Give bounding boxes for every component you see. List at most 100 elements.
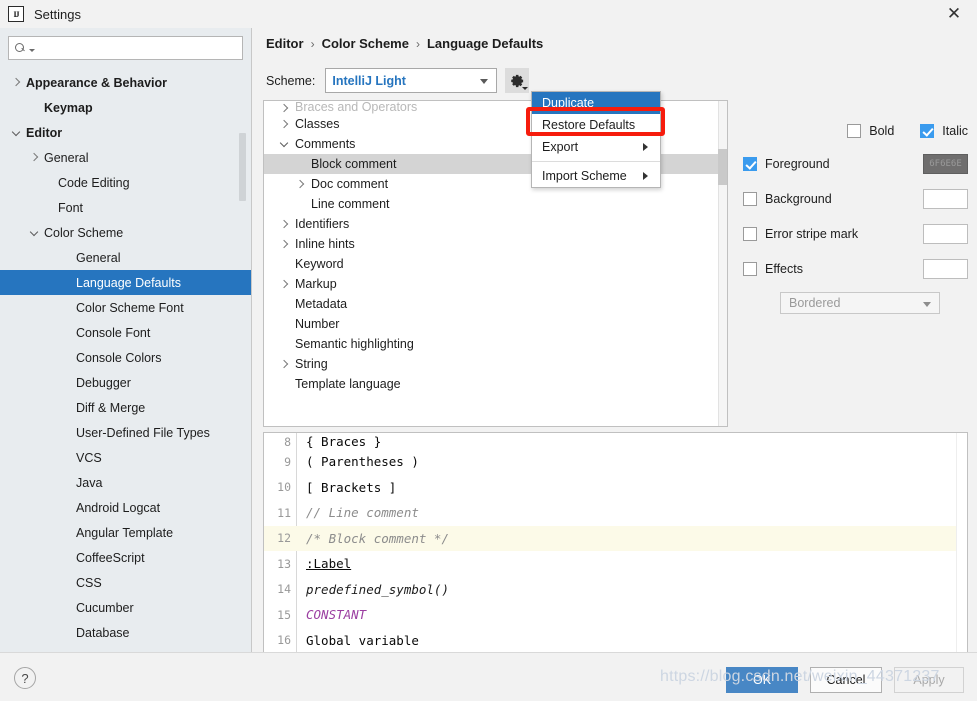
color-tree-row[interactable]: Inline hints <box>264 234 727 254</box>
color-tree-row[interactable]: Template language <box>264 374 727 394</box>
ok-button[interactable]: OK <box>726 667 798 693</box>
sidebar-item-general[interactable]: General <box>0 245 251 270</box>
sidebar-item-language-defaults[interactable]: Language Defaults <box>0 270 251 295</box>
sidebar-item-css[interactable]: CSS <box>0 570 251 595</box>
sidebar-item-color-scheme-font[interactable]: Color Scheme Font <box>0 295 251 320</box>
sidebar-item-color-scheme[interactable]: Color Scheme <box>0 220 251 245</box>
sidebar-item-database[interactable]: Database <box>0 620 251 645</box>
effect-type-dropdown[interactable]: Bordered <box>780 292 940 314</box>
chevron-right-icon[interactable] <box>278 278 290 290</box>
preview-code-text: :Label <box>306 556 352 572</box>
attribute-label: Foreground <box>765 156 830 171</box>
sidebar-item-di[interactable]: Di <box>0 645 251 653</box>
chevron-down-icon[interactable] <box>10 127 22 139</box>
color-tree-row[interactable]: Semantic highlighting <box>264 334 727 354</box>
line-number: 11 <box>277 505 291 520</box>
color-tree-row[interactable]: Metadata <box>264 294 727 314</box>
menu-item-export[interactable]: Export <box>532 136 660 158</box>
sidebar-item-general[interactable]: General <box>0 145 251 170</box>
color-tree-row[interactable]: Keyword <box>264 254 727 274</box>
line-number: 14 <box>277 582 291 597</box>
sidebar-item-diff-merge[interactable]: Diff & Merge <box>0 395 251 420</box>
spacer-icon <box>60 302 72 314</box>
sidebar-item-font[interactable]: Font <box>0 195 251 220</box>
spacer-icon <box>278 318 290 330</box>
spacer-icon <box>60 252 72 264</box>
search-input[interactable] <box>38 41 236 55</box>
sidebar-item-vcs[interactable]: VCS <box>0 445 251 470</box>
chevron-right-icon[interactable] <box>278 118 290 130</box>
color-tree-row[interactable]: Identifiers <box>264 214 727 234</box>
color-tree-row[interactable]: Number <box>264 314 727 334</box>
sidebar-item-label: Code Editing <box>58 175 130 190</box>
sidebar-item-label: General <box>76 250 121 265</box>
chevron-right-icon[interactable] <box>278 102 290 114</box>
cancel-button[interactable]: Cancel <box>810 667 882 693</box>
apply-button[interactable]: Apply <box>894 667 964 693</box>
preview-scrollbar[interactable] <box>956 433 967 671</box>
sidebar-item-code-editing[interactable]: Code Editing <box>0 170 251 195</box>
code-preview-panel[interactable]: 8 { Braces } 9 ( Parentheses ) 10 [ Brackets … <box>263 432 968 672</box>
breadcrumb-separator: › <box>310 36 315 51</box>
chevron-right-icon[interactable] <box>28 152 40 164</box>
scheme-row: Scheme: IntelliJ Light <box>266 68 530 93</box>
menu-item-duplicate[interactable]: Duplicate <box>532 92 660 114</box>
bold-checkbox[interactable] <box>847 124 862 138</box>
spacer-icon <box>60 577 72 589</box>
sidebar-item-console-colors[interactable]: Console Colors <box>0 345 251 370</box>
sidebar-item-java[interactable]: Java <box>0 470 251 495</box>
sidebar-item-label: Language Defaults <box>76 275 181 290</box>
chevron-right-icon[interactable] <box>278 238 290 250</box>
sidebar-item-angular-template[interactable]: Angular Template <box>0 520 251 545</box>
scheme-dropdown-value: IntelliJ Light <box>332 73 406 88</box>
preview-code-text: { Braces } <box>306 434 382 449</box>
color-tree-scrollbar-thumb[interactable] <box>718 149 727 185</box>
effect-type-value: Bordered <box>789 296 841 310</box>
effects-checkbox[interactable] <box>743 261 757 276</box>
color-tree-row[interactable]: Line comment <box>264 194 727 214</box>
help-button[interactable]: ? <box>14 667 36 689</box>
search-box[interactable] <box>8 36 243 60</box>
menu-item-restore-defaults[interactable]: Restore Defaults <box>532 114 660 136</box>
sidebar-scrollbar-thumb[interactable] <box>239 133 246 201</box>
italic-checkbox[interactable] <box>920 124 935 138</box>
sidebar-item-console-font[interactable]: Console Font <box>0 320 251 345</box>
chevron-down-icon[interactable] <box>28 227 40 239</box>
color-swatch[interactable] <box>923 223 968 244</box>
color-tree-row[interactable]: String <box>264 354 727 374</box>
color-swatch[interactable] <box>923 258 968 279</box>
attribute-label: Effects <box>765 261 803 276</box>
chevron-right-icon[interactable] <box>294 178 306 190</box>
sidebar-item-label: Console Colors <box>76 350 162 365</box>
spacer-icon <box>60 502 72 514</box>
scheme-settings-button[interactable] <box>505 68 530 93</box>
sidebar-item-cucumber[interactable]: Cucumber <box>0 595 251 620</box>
color-swatch[interactable] <box>923 188 968 209</box>
chevron-right-icon[interactable] <box>278 358 290 370</box>
preview-line: 10 [ Brackets ] <box>264 475 967 501</box>
sidebar-item-user-defined-file-types[interactable]: User-Defined File Types <box>0 420 251 445</box>
submenu-arrow-icon <box>643 172 648 180</box>
breadcrumb-separator: › <box>415 36 420 51</box>
error-stripe-mark-checkbox[interactable] <box>743 226 757 241</box>
sidebar-item-editor[interactable]: Editor <box>0 120 251 145</box>
chevron-right-icon[interactable] <box>10 77 22 89</box>
color-tree-row[interactable]: Markup <box>264 274 727 294</box>
chevron-down-icon[interactable] <box>278 138 290 150</box>
chevron-right-icon[interactable] <box>278 218 290 230</box>
sidebar-item-android-logcat[interactable]: Android Logcat <box>0 495 251 520</box>
close-icon[interactable]: ✕ <box>931 0 977 28</box>
spacer-icon <box>60 352 72 364</box>
menu-item-import-scheme[interactable]: Import Scheme <box>532 165 660 187</box>
sidebar-item-keymap[interactable]: Keymap <box>0 95 251 120</box>
foreground-checkbox[interactable] <box>743 156 757 171</box>
color-tree-row-label: Number <box>295 317 340 331</box>
sidebar-item-debugger[interactable]: Debugger <box>0 370 251 395</box>
spacer-icon <box>60 527 72 539</box>
background-checkbox[interactable] <box>743 191 757 206</box>
color-swatch[interactable]: 6F6E6E <box>923 153 968 174</box>
color-tree-scrollbar-track[interactable] <box>718 101 727 426</box>
sidebar-item-coffeescript[interactable]: CoffeeScript <box>0 545 251 570</box>
scheme-dropdown[interactable]: IntelliJ Light <box>325 68 498 93</box>
sidebar-item-appearance-behavior[interactable]: Appearance & Behavior <box>0 70 251 95</box>
